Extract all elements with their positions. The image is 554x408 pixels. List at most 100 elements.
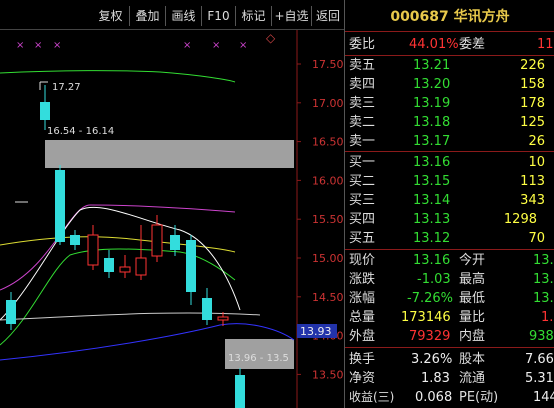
price-range-box-upper bbox=[45, 140, 294, 168]
candle-body bbox=[170, 235, 180, 250]
bid-row[interactable]: 买二 13.15 113 bbox=[345, 172, 554, 191]
candlestick-chart[interactable]: × × × × × × ◇ 17.50 17.00 16.50 16.00 15.50 1… bbox=[0, 30, 344, 408]
change-label: 涨跌 bbox=[349, 272, 376, 287]
y-tick-label: 17.50 bbox=[312, 58, 344, 71]
ask-price: 13.20 bbox=[413, 77, 451, 92]
ask-price: 13.19 bbox=[413, 96, 451, 111]
pe-label: PE(动) bbox=[459, 390, 499, 405]
order-diff-value: 112 bbox=[537, 37, 554, 52]
open-label: 今开 bbox=[459, 253, 486, 268]
quote-row-outer-inner: 外盘 79329 内盘 9381 bbox=[345, 327, 554, 346]
mark-button[interactable]: 标记 bbox=[236, 6, 272, 26]
ask-row[interactable]: 卖三 13.19 178 bbox=[345, 94, 554, 113]
price-label: 现价 bbox=[349, 253, 376, 268]
fuquan-button[interactable]: 复权 bbox=[92, 6, 130, 26]
bid-row[interactable]: 买一 13.16 10 bbox=[345, 153, 554, 172]
candle-body bbox=[87, 234, 99, 266]
order-ratio-row: 委比 44.01% 委差 112 bbox=[345, 35, 554, 54]
ask-row[interactable]: 卖一 13.17 26 bbox=[345, 132, 554, 151]
nav-value: 1.83 bbox=[421, 371, 450, 386]
ask-price: 13.17 bbox=[413, 134, 451, 149]
y-tick-label: 13.50 bbox=[312, 368, 344, 381]
candle-body bbox=[151, 224, 163, 257]
event-marker: × bbox=[16, 40, 24, 51]
bid-volume: 343 bbox=[520, 193, 545, 208]
bid-price: 13.14 bbox=[413, 193, 451, 208]
candle-body bbox=[104, 258, 114, 272]
inner-label: 内盘 bbox=[459, 329, 486, 344]
event-marker: × bbox=[53, 40, 61, 51]
event-marker: × bbox=[183, 40, 191, 51]
ask-volume: 125 bbox=[520, 115, 545, 130]
candle-body bbox=[217, 316, 229, 321]
ask-level-label: 卖五 bbox=[349, 58, 376, 73]
open-value: 13.4 bbox=[533, 253, 554, 268]
float-value: 5.31 bbox=[525, 371, 554, 386]
y-tick-label: 15.00 bbox=[312, 252, 344, 265]
capital-value: 7.66 bbox=[525, 352, 554, 367]
y-tick-label: 15.50 bbox=[312, 213, 344, 226]
chart-toolbar: 复权 叠加 画线 F10 标记 +自选 返回 bbox=[0, 0, 344, 30]
back-button[interactable]: 返回 bbox=[312, 6, 344, 26]
bid-price: 13.13 bbox=[413, 212, 451, 227]
add-watchlist-button[interactable]: +自选 bbox=[272, 6, 312, 26]
nav-label: 净资 bbox=[349, 371, 376, 386]
pct-label: 涨幅 bbox=[349, 291, 376, 306]
bid-level-label: 买一 bbox=[349, 155, 376, 170]
ask-row[interactable]: 卖四 13.20 158 bbox=[345, 75, 554, 94]
ask-price: 13.18 bbox=[413, 115, 451, 130]
ask-level-label: 卖二 bbox=[349, 115, 376, 130]
candle-body bbox=[6, 300, 16, 324]
quote-row-pct: 涨幅 -7.26% 最低 13.0 bbox=[345, 289, 554, 308]
volume-value: 173146 bbox=[401, 310, 451, 325]
stock-header: 000687 华讯方舟 bbox=[345, 6, 554, 30]
bid-level-label: 买二 bbox=[349, 174, 376, 189]
candle-body bbox=[40, 102, 50, 120]
candle-body bbox=[186, 240, 196, 292]
event-marker: × bbox=[239, 40, 247, 51]
bid-row[interactable]: 买三 13.14 343 bbox=[345, 191, 554, 210]
ask-volume: 158 bbox=[520, 77, 545, 92]
y-tick-label: 17.00 bbox=[312, 97, 344, 110]
ma-line-green-long bbox=[0, 70, 236, 83]
candle-body bbox=[119, 266, 131, 273]
bid-row[interactable]: 买五 13.12 70 bbox=[345, 229, 554, 248]
bid-level-label: 买三 bbox=[349, 193, 376, 208]
order-diff-label: 委差 bbox=[459, 37, 486, 52]
pct-value: -7.26% bbox=[407, 291, 453, 306]
change-value: -1.03 bbox=[417, 272, 451, 287]
ask-row[interactable]: 卖五 13.21 226 bbox=[345, 56, 554, 75]
y-tick-label: 16.00 bbox=[312, 174, 344, 187]
high-label: 最高 bbox=[459, 272, 486, 287]
ask-row[interactable]: 卖二 13.18 125 bbox=[345, 113, 554, 132]
bid-volume: 1298 bbox=[503, 212, 537, 227]
ma-line-magenta bbox=[0, 204, 236, 291]
bid-row[interactable]: 买四 13.13 1298 bbox=[345, 210, 554, 229]
bid-level-label: 买四 bbox=[349, 212, 376, 227]
current-price-tag-label: 13.93 bbox=[300, 325, 332, 338]
draw-line-button[interactable]: 画线 bbox=[166, 6, 202, 26]
low-label: 最低 bbox=[459, 291, 486, 306]
vol-ratio-value: 1. bbox=[541, 310, 554, 325]
overlay-button[interactable]: 叠加 bbox=[130, 6, 166, 26]
f10-button[interactable]: F10 bbox=[202, 6, 236, 26]
event-marker: × bbox=[34, 40, 42, 51]
low-value: 13.0 bbox=[533, 291, 554, 306]
order-ratio-value: 44.01% bbox=[409, 37, 459, 52]
quote-row-change: 涨跌 -1.03 最高 13.5 bbox=[345, 270, 554, 289]
candle-body bbox=[70, 235, 80, 245]
y-tick-label: 14.50 bbox=[312, 291, 344, 304]
quote-row-volume: 总量 173146 量比 1. bbox=[345, 308, 554, 327]
stock-name: 华讯方舟 bbox=[453, 9, 510, 25]
candle-body bbox=[235, 375, 245, 408]
ask-price: 13.21 bbox=[413, 58, 451, 73]
volume-label: 总量 bbox=[349, 310, 376, 325]
candle-body bbox=[135, 257, 147, 276]
collapse-icon[interactable]: ◇ bbox=[266, 31, 276, 45]
candle-body bbox=[55, 170, 65, 242]
vol-ratio-label: 量比 bbox=[459, 310, 486, 325]
fund-row-nav: 净资 1.83 流通 5.31 bbox=[345, 369, 554, 388]
high-value: 13.5 bbox=[533, 272, 554, 287]
pe-value: 144 bbox=[533, 390, 554, 405]
eps-value: 0.068 bbox=[415, 390, 453, 405]
